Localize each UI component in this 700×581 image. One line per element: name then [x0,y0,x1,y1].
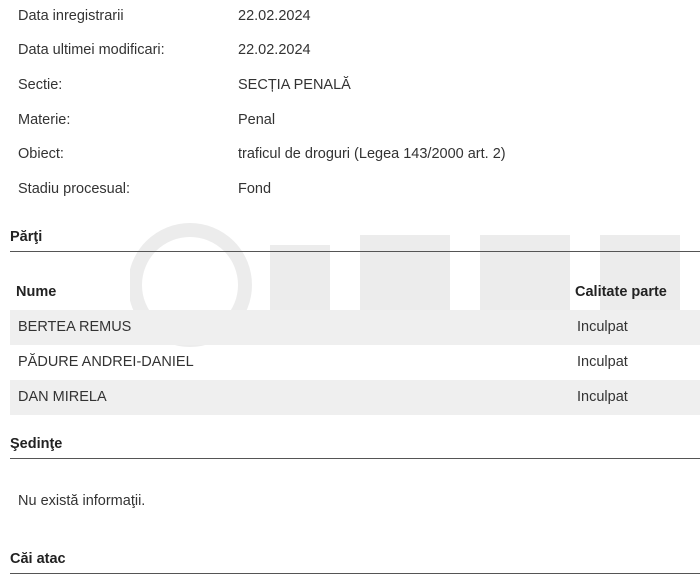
party-role: Inculpat [577,354,628,370]
detail-row-stage: Stadiu procesual: Fond [18,179,698,199]
table-row: PĂDURE ANDREI-DANIEL Inculpat [10,345,700,380]
detail-label: Stadiu procesual: [18,181,131,197]
section-title-parti: Părţi [10,229,700,252]
detail-row-last-modified: Data ultimei modificari: 22.02.2024 [18,40,698,60]
detail-row-matter: Materie: Penal [18,110,698,130]
detail-label: Obiect: [18,146,64,162]
detail-label: Materie: [18,112,71,128]
detail-label: Data inregistrarii [18,8,124,24]
party-role: Inculpat [577,389,628,405]
detail-value: traficul de droguri (Legea 143/2000 art.… [238,146,506,162]
detail-value: 22.02.2024 [238,42,311,58]
detail-label: Data ultimei modificari: [18,42,165,58]
table-row: BERTEA REMUS Inculpat [10,310,700,345]
detail-row-section: Sectie: SECȚIA PENALĂ [18,75,698,95]
party-role: Inculpat [577,319,628,335]
parties-table-header: Nume Calitate parte [10,280,700,306]
party-name: BERTEA REMUS [18,319,132,335]
detail-value: 22.02.2024 [238,8,311,24]
detail-label: Sectie: [18,77,63,93]
no-information-message: Nu există informaţii. [18,493,146,509]
column-header-name: Nume [16,284,57,300]
detail-value: SECȚIA PENALĂ [238,77,351,93]
party-name: DAN MIRELA [18,389,107,405]
detail-value: Fond [238,181,272,197]
party-name: PĂDURE ANDREI-DANIEL [18,354,194,370]
section-title-sedinte: Şedinţe [10,436,700,459]
table-row: DAN MIRELA Inculpat [10,380,700,415]
column-header-role: Calitate parte [575,284,667,300]
detail-value: Penal [238,112,276,128]
section-title-cai-atac: Căi atac [10,551,700,574]
detail-row-object: Obiect: traficul de droguri (Legea 143/2… [18,144,698,164]
detail-row-registration-date: Data inregistrarii 22.02.2024 [18,6,698,26]
